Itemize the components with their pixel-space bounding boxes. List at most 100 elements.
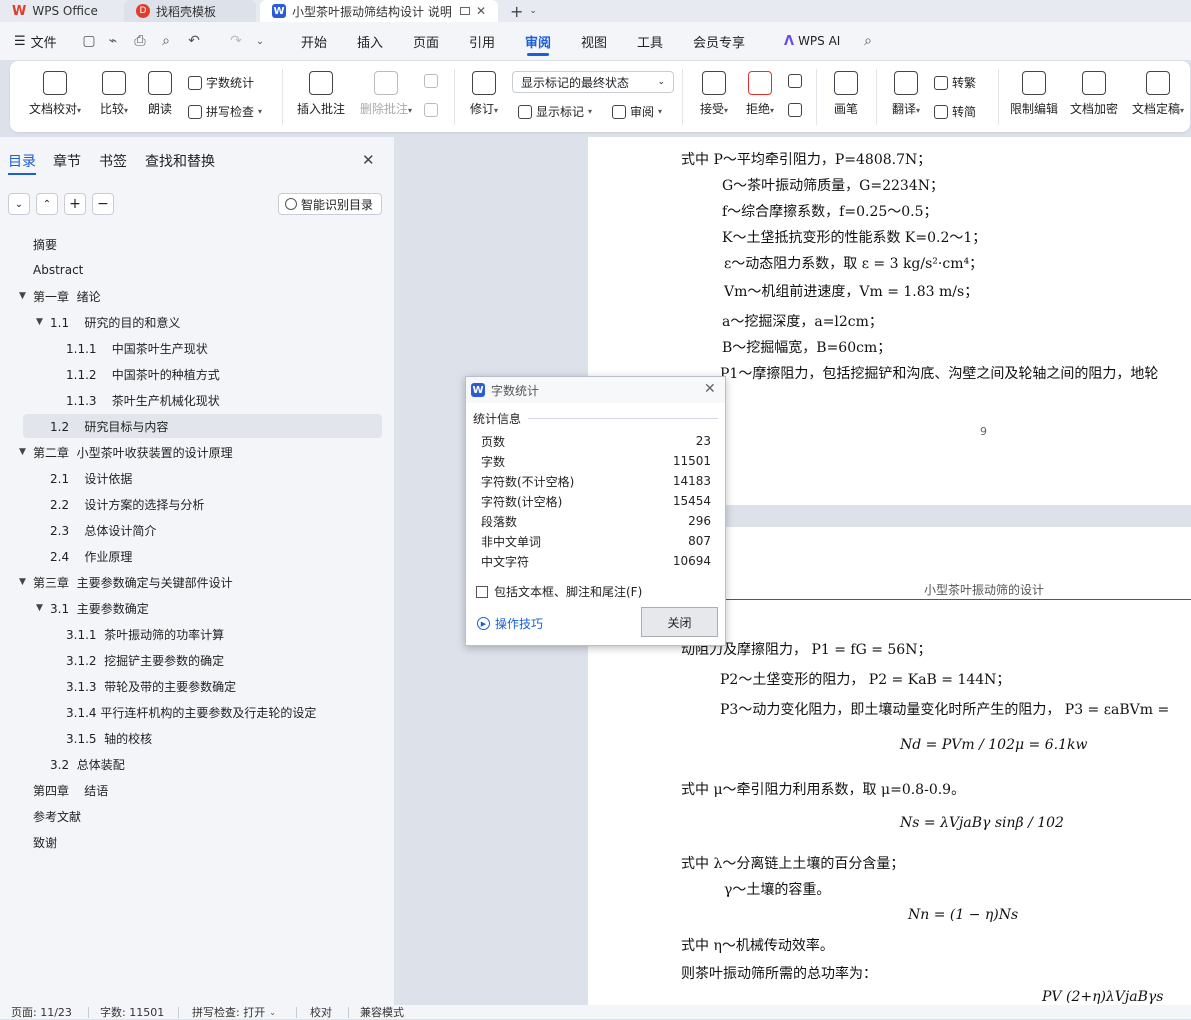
word-count-button[interactable]: 字数统计 <box>188 74 254 91</box>
accept-button[interactable]: 接受▾ <box>694 61 734 117</box>
translate-button[interactable]: 翻译▾ <box>886 61 926 117</box>
window-icon[interactable] <box>460 7 470 15</box>
expand-icon[interactable]: ⌃ <box>36 193 58 215</box>
close-button[interactable]: 关闭 <box>641 607 718 637</box>
toc-item[interactable]: ▼ 3.1 主要参数确定 <box>0 596 394 620</box>
show-markup-button[interactable]: 显示标记 ▾ <box>518 103 592 120</box>
menu-home[interactable]: 开始 <box>301 22 327 60</box>
page-indicator[interactable]: 页面: 11/23 <box>11 1005 72 1019</box>
menu-member[interactable]: 会员专享 <box>693 22 745 60</box>
tab-toc[interactable]: 目录 <box>8 151 36 171</box>
toc-item[interactable]: 2.1 设计依据 <box>0 466 394 490</box>
menu-view[interactable]: 视图 <box>581 22 607 60</box>
tab-find-replace[interactable]: 查找和替换 <box>145 151 215 171</box>
toc-item[interactable]: 3.1.1 茶叶振动筛的功率计算 <box>0 622 394 646</box>
doc-check-button[interactable]: 文档校对▾ <box>24 61 86 117</box>
compare-label: 比较 <box>99 102 124 116</box>
toc-item[interactable]: 摘要 <box>0 232 394 256</box>
toc-item[interactable]: 1.1.2 中国茶叶的种植方式 <box>0 362 394 386</box>
toc-item[interactable]: 1.1.1 中国茶叶生产现状 <box>0 336 394 360</box>
next-change-icon <box>788 103 802 117</box>
redo-icon[interactable]: ↷ <box>227 32 245 50</box>
encrypt-button[interactable]: 文档加密 <box>1068 61 1120 117</box>
next-comment-button[interactable] <box>424 103 438 117</box>
revise-button[interactable]: 修订▾ <box>464 61 504 117</box>
review-pane-button[interactable]: 审阅 ▾ <box>612 103 662 120</box>
restrict-edit-button[interactable]: 限制编辑 <box>1008 61 1060 117</box>
toc-item[interactable]: 2.4 作业原理 <box>0 544 394 568</box>
toc-item[interactable]: Abstract <box>0 258 394 282</box>
tab-document[interactable]: W 小型茶叶振动筛结构设计 说明 ✕ <box>260 0 498 22</box>
markup-state-select[interactable]: 显示标记的最终状态 ⌄ <box>512 71 674 93</box>
compare-button[interactable]: 比较▾ <box>94 61 134 117</box>
close-icon[interactable]: ✕ <box>476 4 486 18</box>
print-preview-icon[interactable]: ⌕ <box>157 32 175 50</box>
menu-review[interactable]: 审阅 <box>525 22 551 60</box>
finalize-button[interactable]: 文档定稿▾ <box>1128 61 1188 117</box>
toc-item[interactable]: 3.1.2 挖掘铲主要参数的确定 <box>0 648 394 672</box>
doc-line: 式中 P～平均牵引阻力，P=4808.7N； <box>681 152 932 168</box>
spell-check-indicator[interactable]: 拼写检查: 打开 ⌄ <box>192 1005 276 1019</box>
menu-reference[interactable]: 引用 <box>469 22 495 60</box>
toc-item[interactable]: 3.1.5 轴的校核 <box>0 726 394 750</box>
insert-comment-button[interactable]: 插入批注 <box>294 61 348 117</box>
new-tab-button[interactable]: + ⌄ <box>510 0 537 22</box>
toc-item[interactable]: 致谢 <box>0 830 394 854</box>
read-aloud-button[interactable]: 朗读 <box>146 61 174 117</box>
wps-ai-button[interactable]: ᐱ WPS AI <box>784 22 840 60</box>
pen-button[interactable]: 画笔 <box>830 61 862 117</box>
search-icon[interactable]: ⌕ <box>859 32 877 50</box>
toc-item[interactable]: 2.3 总体设计简介 <box>0 518 394 542</box>
toc-item[interactable]: 3.2 总体装配 <box>0 752 394 776</box>
prev-comment-button[interactable] <box>424 74 438 88</box>
tab-template[interactable]: D 找稻壳模板 <box>124 0 256 22</box>
toc-item[interactable]: 2.2 设计方案的选择与分析 <box>0 492 394 516</box>
quick-access-chevron-icon[interactable]: ⌄ <box>251 32 269 50</box>
include-textbox-checkbox[interactable]: 包括文本框、脚注和尾注(F) <box>476 583 642 600</box>
menu-tools[interactable]: 工具 <box>637 22 663 60</box>
file-menu[interactable]: ☰ 文件 <box>14 22 57 60</box>
tab-wps-office[interactable]: W WPS Office <box>0 0 118 22</box>
menu-page[interactable]: 页面 <box>413 22 439 60</box>
share-icon[interactable]: ⌁ <box>104 32 122 50</box>
menu-insert[interactable]: 插入 <box>357 22 383 60</box>
expand-arrow-icon[interactable]: ▼ <box>19 291 26 301</box>
toc-item[interactable]: 1.1.3 茶叶生产机械化现状 <box>0 388 394 412</box>
toc-item[interactable]: 1.2 研究目标与内容 <box>23 414 382 438</box>
save-icon[interactable]: ▢ <box>80 32 98 50</box>
dialog-titlebar[interactable]: W 字数统计 <box>466 377 725 403</box>
word-count-indicator[interactable]: 字数: 11501 <box>100 1005 164 1019</box>
toc-item[interactable]: ▼ 第二章 小型茶叶收获装置的设计原理 <box>0 440 394 464</box>
smart-toc-button[interactable]: 智能识别目录 <box>278 193 382 215</box>
delete-comment-button[interactable]: 删除批注▾ <box>355 61 417 117</box>
reject-button[interactable]: 拒绝▾ <box>740 61 780 117</box>
expand-arrow-icon[interactable]: ▼ <box>36 603 43 613</box>
toc-item[interactable]: 3.1.3 带轮及带的主要参数确定 <box>0 674 394 698</box>
toc-item[interactable]: ▼ 第三章 主要参数确定与关键部件设计 <box>0 570 394 594</box>
toc-item[interactable]: 3.1.4 平行连杆机构的主要参数及行走轮的设定 <box>0 700 394 724</box>
expand-arrow-icon[interactable]: ▼ <box>19 447 26 457</box>
toc-item[interactable]: 参考文献 <box>0 804 394 828</box>
expand-arrow-icon[interactable]: ▼ <box>36 317 43 327</box>
stat-value: 11501 <box>672 454 711 468</box>
to-simplified-button[interactable]: 转简 <box>934 103 976 120</box>
dialog-close-icon[interactable]: ✕ <box>704 381 716 397</box>
tab-bookmarks[interactable]: 书签 <box>99 151 127 171</box>
remove-heading-icon[interactable]: − <box>92 193 114 215</box>
spell-check-button[interactable]: 拼写检查 ▾ <box>188 103 262 120</box>
tips-link[interactable]: ▶ 操作技巧 <box>477 615 543 632</box>
undo-icon[interactable]: ↶ <box>185 32 203 50</box>
toc-item[interactable]: ▼ 1.1 研究的目的和意义 <box>0 310 394 334</box>
toc-item[interactable]: 第四章 结语 <box>0 778 394 802</box>
next-change-button[interactable] <box>788 103 802 117</box>
close-pane-icon[interactable]: ✕ <box>362 151 375 169</box>
proofread-indicator[interactable]: 校对 <box>310 1005 332 1019</box>
add-heading-icon[interactable]: + <box>64 193 86 215</box>
print-icon[interactable]: ⎙ <box>131 32 149 50</box>
prev-change-button[interactable] <box>788 74 802 88</box>
to-traditional-button[interactable]: 转繁 <box>934 74 976 91</box>
expand-arrow-icon[interactable]: ▼ <box>19 577 26 587</box>
tab-chapters[interactable]: 章节 <box>53 151 81 171</box>
toc-item[interactable]: ▼ 第一章 绪论 <box>0 284 394 308</box>
collapse-icon[interactable]: ⌄ <box>8 193 30 215</box>
